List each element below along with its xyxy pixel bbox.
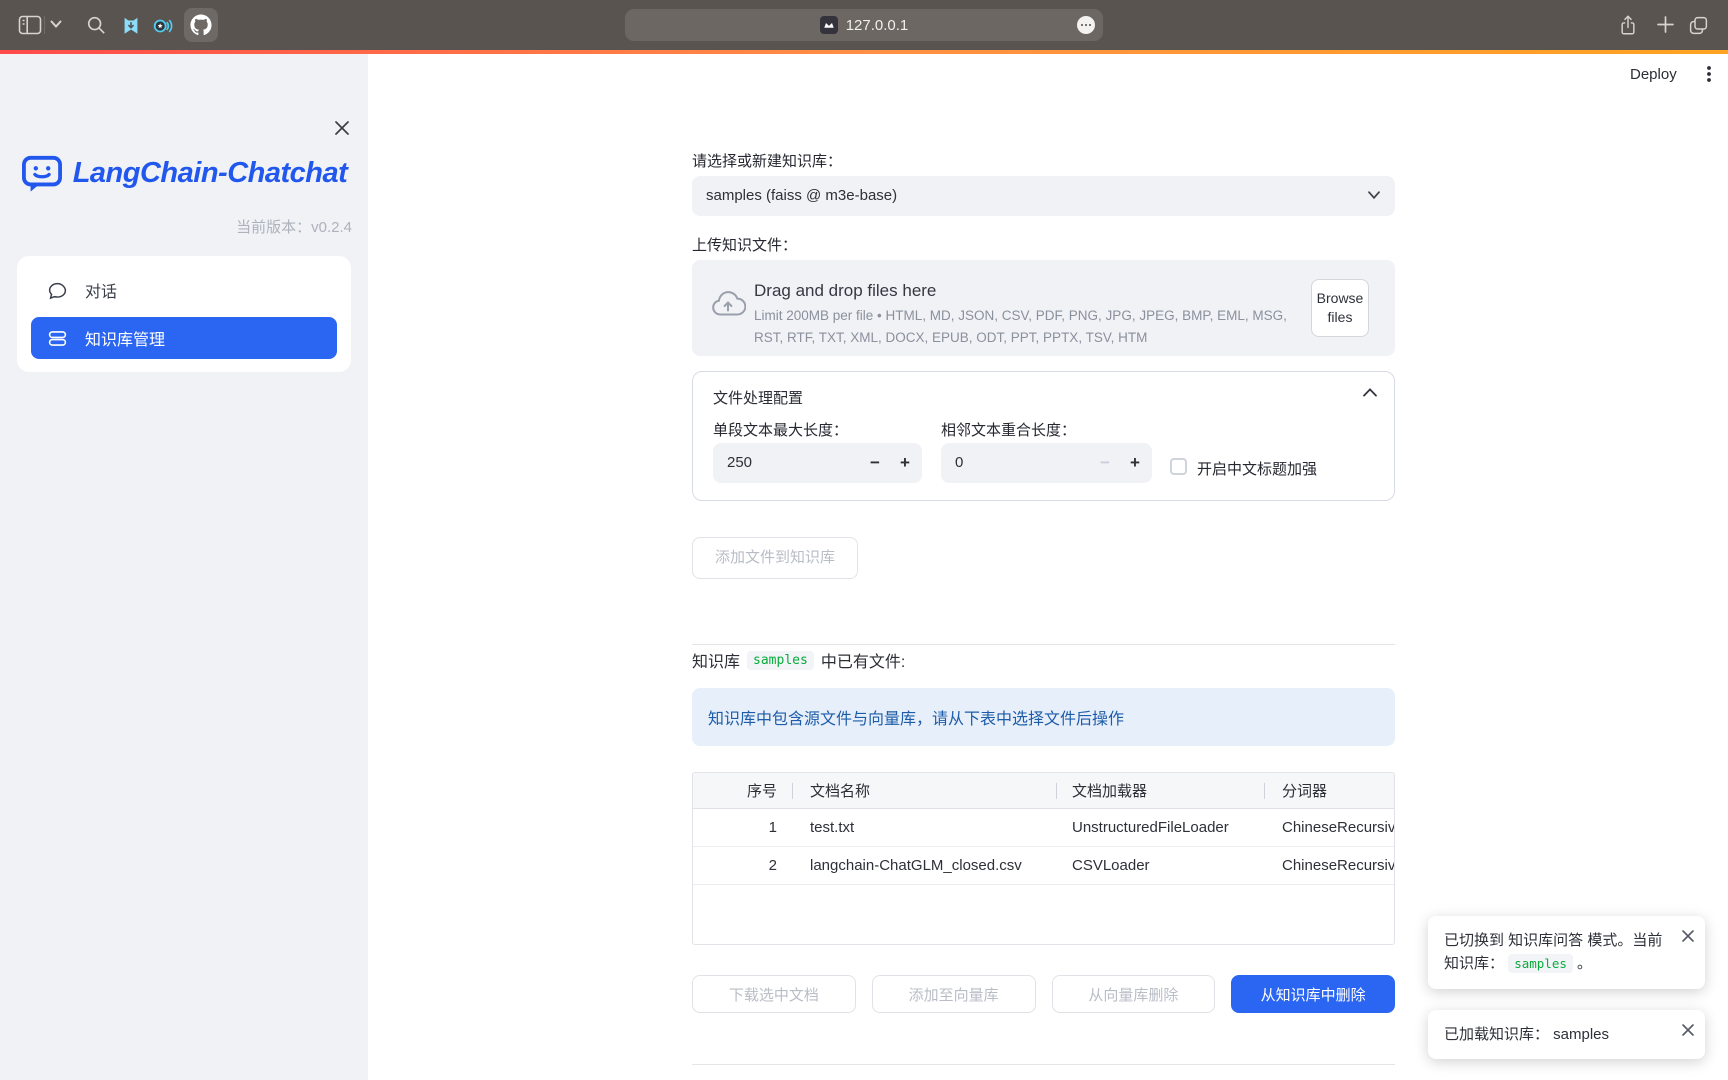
chunk-size-input[interactable]: 250 − + [713,443,922,483]
kb-select-label: 请选择或新建知识库： [692,150,842,171]
table-action-buttons: 下载选中文档 添加至向量库 从向量库删除 从知识库中删除 [692,975,1395,1013]
app-logo-text: LangChain-Chatchat [73,157,348,190]
new-tab-icon[interactable] [1656,15,1675,34]
site-favicon [820,16,838,34]
cell-no: 1 [693,809,792,846]
dropzone-limit-text: Limit 200MB per file • HTML, MD, JSON, C… [754,305,1289,348]
upload-label: 上传知识文件： [692,234,797,255]
github-extension-button[interactable] [184,8,218,42]
main-menu-kebab-icon[interactable] [1698,62,1720,86]
app-logo: LangChain-Chatchat [0,154,368,193]
file-config-title: 文件处理配置 [713,387,803,408]
kb-files-heading-prefix: 知识库 [692,648,740,672]
toast-text: 已加载知识库： samples [1444,1026,1609,1043]
version-label: 当前版本：v0.2.4 [236,216,352,237]
sidebar: LangChain-Chatchat 当前版本：v0.2.4 对话 知识库管理 [0,54,368,1080]
zh-title-enhance-checkbox[interactable] [1170,458,1187,475]
watt-toolkit-extension-icon[interactable] [120,15,142,37]
toast-close-icon[interactable] [1681,929,1695,943]
cell-name: langchain-ChatGLM_closed.csv [792,847,1056,884]
address-bar[interactable]: 127.0.0.1 [625,9,1103,41]
cloud-upload-icon [710,289,746,319]
kb-name-code: samples [747,651,814,670]
circles-extension-icon[interactable] [150,15,174,37]
sidebar-toggle-icon[interactable] [18,15,42,35]
file-config-panel: 文件处理配置 单段文本最大长度： 相邻文本重合长度： 250 − + 0 − +… [692,371,1395,501]
divider [692,644,1395,645]
sidebar-item-label: 对话 [85,278,117,302]
table-header-no[interactable]: 序号 [693,773,792,808]
add-to-vector-store-button[interactable]: 添加至向量库 [872,975,1036,1013]
sidebar-item-knowledge-base[interactable]: 知识库管理 [31,317,337,359]
kb-name-code: samples [1508,954,1573,973]
chatchat-logo-icon [21,154,63,193]
kb-files-heading: 知识库 samples 中已有文件: [692,648,905,672]
sidebar-menu: 对话 知识库管理 [17,256,351,372]
add-files-to-kb-button[interactable]: 添加文件到知识库 [692,537,858,579]
info-banner: 知识库中包含源文件与向量库，请从下表中选择文件后操作 [692,688,1395,746]
table-header-loader[interactable]: 文档加载器 [1056,773,1264,808]
cell-loader: CSVLoader [1056,847,1264,884]
kb-files-table: 序号 文档名称 文档加载器 分词器 1 test.txt Unstructure… [692,772,1395,945]
url-text: 127.0.0.1 [846,17,909,34]
toast-close-icon[interactable] [1681,1023,1695,1037]
toast-mode-switched: 已切换到 知识库问答 模式。当前知识库： samples 。 [1428,916,1705,989]
download-selected-button[interactable]: 下载选中文档 [692,975,856,1013]
page-actions-ellipsis-icon[interactable] [1077,16,1095,34]
toolbar-divider [44,16,45,34]
cell-splitter: ChineseRecursiveT [1264,809,1394,846]
chat-bubble-icon [47,280,68,301]
chevron-down-icon[interactable] [50,20,62,29]
table-header-splitter[interactable]: 分词器 [1264,773,1394,808]
kb-select[interactable]: samples (faiss @ m3e-base) [692,176,1395,216]
chunk-size-label: 单段文本最大长度： [713,419,848,440]
cell-loader: UnstructuredFileLoader [1056,809,1264,846]
table-header-name[interactable]: 文档名称 [792,773,1056,808]
toast-text-suffix: 。 [1577,955,1592,972]
cell-no: 2 [693,847,792,884]
table-row[interactable]: 2 langchain-ChatGLM_closed.csv CSVLoader… [693,847,1394,885]
deploy-button[interactable]: Deploy [1630,66,1677,83]
file-dropzone[interactable]: Drag and drop files here Limit 200MB per… [692,260,1395,356]
chevron-up-icon[interactable] [1362,387,1378,398]
browse-files-button[interactable]: Browse files [1311,279,1369,337]
browser-toolbar: 127.0.0.1 [0,0,1728,50]
delete-from-kb-button[interactable]: 从知识库中删除 [1231,975,1395,1013]
search-icon[interactable] [86,15,106,35]
chevron-down-icon [1367,190,1381,200]
chunk-overlap-label: 相邻文本重合长度： [941,419,1076,440]
chunk-size-minus-button[interactable]: − [864,443,886,483]
stacked-bars-icon [47,328,68,349]
chunk-size-plus-button[interactable]: + [894,443,916,483]
sidebar-close-icon[interactable] [332,118,352,138]
chunk-overlap-input[interactable]: 0 − + [941,443,1152,483]
table-row[interactable]: 1 test.txt UnstructuredFileLoader Chines… [693,809,1394,847]
dropzone-title: Drag and drop files here [754,281,936,301]
tab-overview-icon[interactable] [1688,15,1709,36]
kb-files-heading-suffix: 中已有文件: [821,648,905,672]
chunk-overlap-minus-button[interactable]: − [1094,443,1116,483]
zh-title-enhance-label: 开启中文标题加强 [1197,458,1317,479]
table-header-row: 序号 文档名称 文档加载器 分词器 [693,773,1394,809]
share-icon[interactable] [1618,14,1638,36]
sidebar-item-dialogue[interactable]: 对话 [31,269,337,311]
toast-kb-loaded: 已加载知识库： samples [1428,1010,1705,1059]
info-banner-text: 知识库中包含源文件与向量库，请从下表中选择文件后操作 [708,705,1124,729]
chunk-overlap-value[interactable]: 0 [955,443,963,483]
cell-name: test.txt [792,809,1056,846]
sidebar-item-label: 知识库管理 [85,326,165,350]
delete-from-vector-store-button[interactable]: 从向量库删除 [1052,975,1216,1013]
chunk-overlap-plus-button[interactable]: + [1124,443,1146,483]
kb-select-value: samples (faiss @ m3e-base) [706,187,897,204]
chunk-size-value[interactable]: 250 [727,443,752,483]
cell-splitter: ChineseRecursiveT [1264,847,1394,884]
divider [692,1064,1395,1065]
